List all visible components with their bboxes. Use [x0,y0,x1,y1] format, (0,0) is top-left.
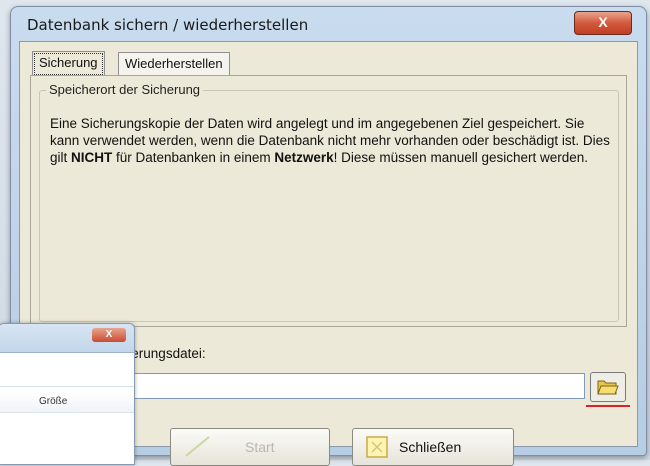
folder-open-icon [597,380,619,395]
backup-description: Eine Sicherungskopie der Daten wird ange… [50,115,610,166]
close-dialog-button[interactable]: Schließen [352,428,514,466]
background-window-column-header[interactable]: Größe [0,392,134,413]
close-dialog-button-label: Schließen [399,439,462,455]
tab-wiederherstellen[interactable]: Wiederherstellen [118,52,230,75]
description-bold-netzwerk: Netzwerk [274,150,334,165]
window-title: Datenbank sichern / wiederherstellen [27,16,309,34]
start-button-label: Start [245,439,275,455]
background-window-title-bar[interactable]: X [0,324,134,353]
backup-file-input[interactable] [120,373,585,399]
background-window[interactable]: X Größe [0,323,135,465]
browse-folder-button[interactable] [590,372,626,402]
column-header-size: Größe [39,396,68,407]
background-window-divider [0,386,134,387]
tab-sicherung[interactable]: Sicherung [32,51,105,77]
close-window-button[interactable]: X [574,11,632,35]
tab-panel-sicherung: Speicherort der Sicherung Eine Sicherung… [30,75,627,327]
description-text-2: für Datenbanken in einem [112,150,275,165]
description-text-3: ! Diese müssen manuell gesichert werden. [333,150,589,165]
checkmark-icon [185,436,210,457]
description-bold-nicht: NICHT [71,150,113,165]
title-bar[interactable]: Datenbank sichern / wiederherstellen X [11,7,646,41]
exit-icon [366,436,388,458]
group-legend: Speicherort der Sicherung [46,82,204,97]
highlight-underline [586,405,630,407]
storage-location-group: Speicherort der Sicherung Eine Sicherung… [39,82,619,322]
background-window-close-button[interactable]: X [92,328,126,342]
start-button[interactable]: Start [170,428,330,466]
